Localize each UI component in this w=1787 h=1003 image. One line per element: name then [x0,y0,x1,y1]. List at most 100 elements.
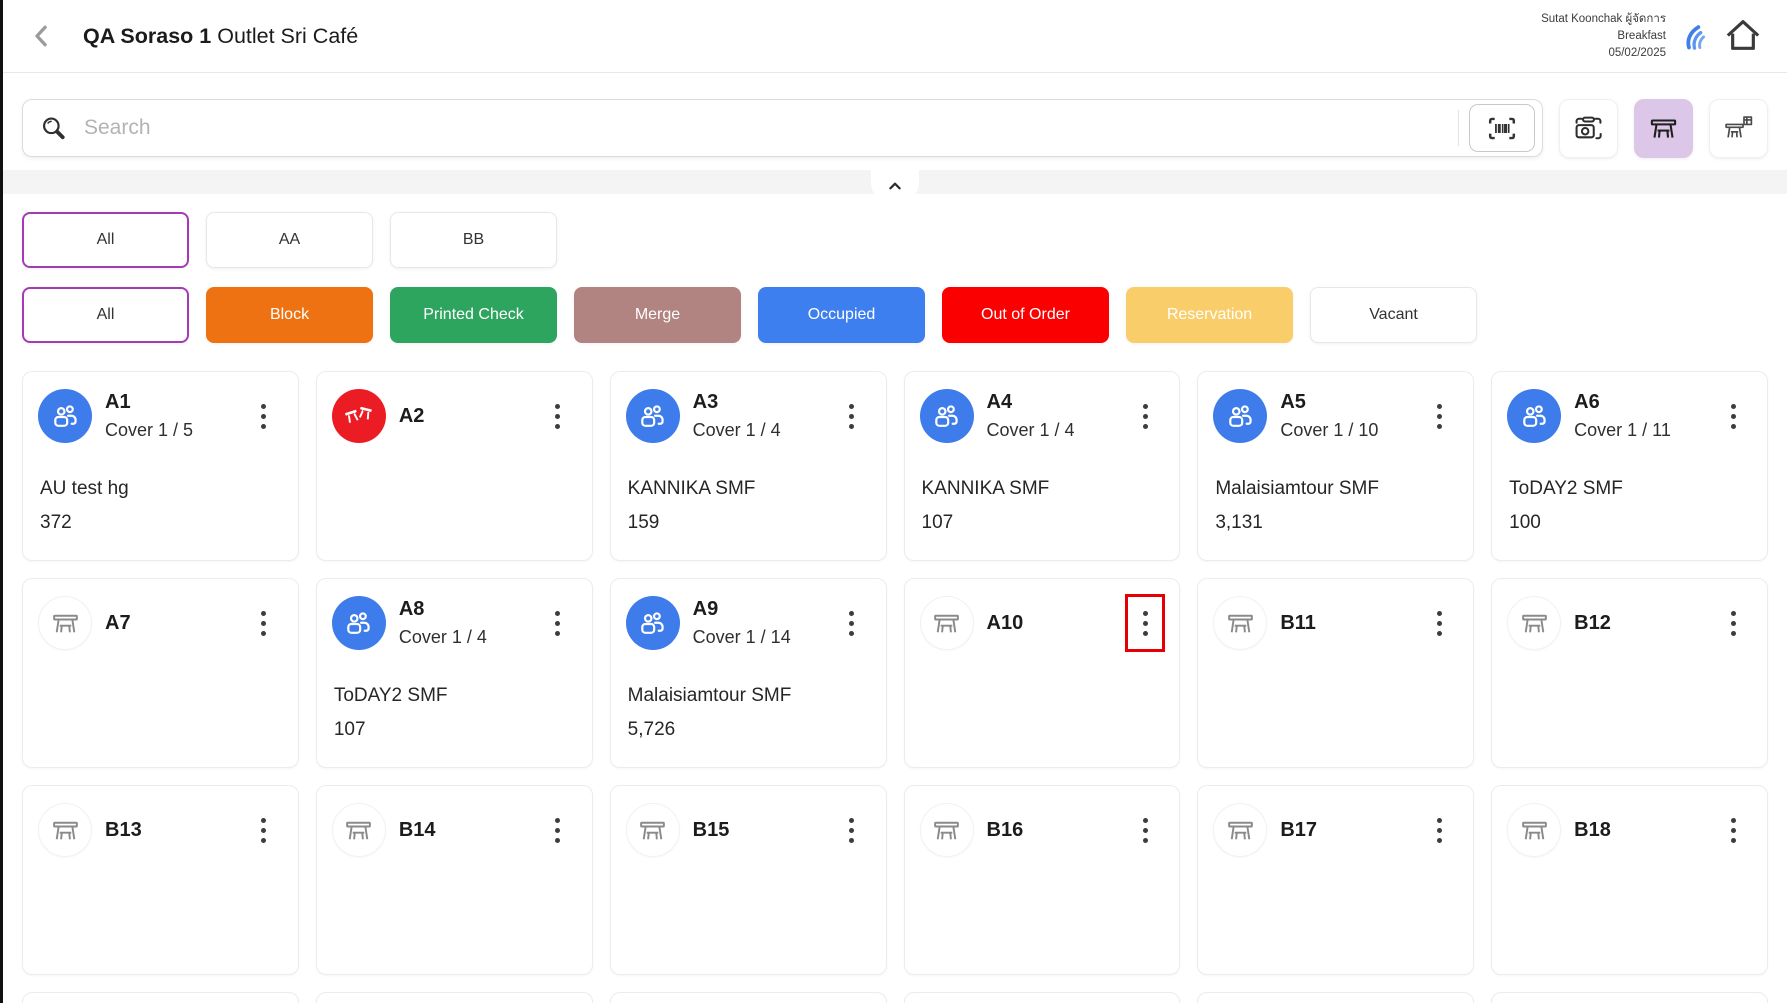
kebab-menu-button[interactable] [1727,814,1740,847]
group-filter-aa[interactable]: AA [206,212,373,268]
layout-view-icon [1723,113,1754,144]
table-card-a7[interactable]: A7 [22,578,299,768]
table-card-partial [610,992,887,1003]
table-id: A1 [105,391,193,414]
table-card-b17[interactable]: B17 [1197,785,1474,975]
card-header: A8 Cover 1 / 4 [332,594,578,652]
table-amount: 372 [40,512,284,534]
table-cover: Cover 1 / 4 [399,627,487,648]
people-icon [920,389,974,443]
kebab-menu-button[interactable] [1433,814,1446,847]
kebab-menu-button[interactable] [1433,607,1446,640]
table-card-a4[interactable]: A4 Cover 1 / 4 KANNIKA SMF 107 [904,371,1181,561]
card-header: B12 [1507,594,1753,652]
group-filter-all[interactable]: All [22,212,189,268]
guest-name [1509,892,1753,914]
kebab-menu-button[interactable] [551,400,564,433]
kebab-menu-button[interactable] [1433,400,1446,433]
table-id: B17 [1280,819,1317,842]
table-id: B12 [1574,612,1611,635]
kebab-menu-button[interactable] [845,400,858,433]
status-filter-merge[interactable]: Merge [574,287,741,343]
table-card-b14[interactable]: B14 [316,785,593,975]
table-card-a6[interactable]: A6 Cover 1 / 11 ToDAY2 SMF 100 [1491,371,1768,561]
kebab-menu-button[interactable] [1139,814,1152,847]
scan-order-button[interactable] [1559,99,1618,158]
people-icon [626,389,680,443]
card-head-text: B12 [1574,612,1611,635]
status-filter-all[interactable]: All [22,287,189,343]
table-icon [1507,596,1561,650]
table-id: A9 [693,598,791,621]
card-head-text: B17 [1280,819,1317,842]
kebab-menu-button[interactable] [1727,400,1740,433]
table-icon [920,596,974,650]
kebab-menu-button[interactable] [845,814,858,847]
kebab-menu-button[interactable] [257,814,270,847]
table-cover: Cover 1 / 5 [105,420,193,441]
table-card-partial [904,992,1181,1003]
table-management-screen: QA Soraso 1 Outlet Sri Café Sutat Koonch… [0,0,1787,1003]
barcode-scan-button[interactable] [1469,104,1535,152]
guest-name: Malaisiamtour SMF [1215,478,1459,500]
status-filter-out-of-order[interactable]: Out of Order [942,287,1109,343]
status-filter-printed-check[interactable]: Printed Check [390,287,557,343]
table-card-a3[interactable]: A3 Cover 1 / 4 KANNIKA SMF 159 [610,371,887,561]
table-icon [332,803,386,857]
table-id: A10 [987,612,1024,635]
table-card-b11[interactable]: B11 [1197,578,1474,768]
table-amount: 107 [922,512,1166,534]
back-chevron-icon [27,21,57,51]
kebab-box [1713,801,1753,859]
home-icon [1723,16,1763,56]
card-head-text: A10 [987,612,1024,635]
table-card-a5[interactable]: A5 Cover 1 / 10 Malaisiamtour SMF 3,131 [1197,371,1474,561]
table-view-button[interactable] [1634,99,1693,158]
table-card-a2[interactable]: A2 [316,371,593,561]
kebab-box [538,594,578,652]
back-button[interactable] [27,21,57,51]
kebab-menu-button[interactable] [257,607,270,640]
table-card-b18[interactable]: B18 [1491,785,1768,975]
kebab-box [244,387,284,445]
table-card-b13[interactable]: B13 [22,785,299,975]
kebab-box [538,801,578,859]
kebab-menu-button[interactable] [845,607,858,640]
magnifier-icon [39,114,68,143]
chevron-up-icon [884,179,906,197]
table-card-a10[interactable]: A10 [904,578,1181,768]
barcode-scan-icon [1486,115,1518,142]
kebab-menu-button[interactable] [1139,607,1152,640]
table-card-b12[interactable]: B12 [1491,578,1768,768]
collapse-filters-button[interactable] [871,170,919,206]
kebab-menu-button[interactable] [551,607,564,640]
people-icon [332,596,386,650]
kebab-menu-button[interactable] [551,814,564,847]
floor-layout-button[interactable] [1709,99,1768,158]
card-header: A6 Cover 1 / 11 [1507,387,1753,445]
card-header: A7 [38,594,284,652]
table-card-b15[interactable]: B15 [610,785,887,975]
table-card-b16[interactable]: B16 [904,785,1181,975]
status-filter-block[interactable]: Block [206,287,373,343]
guest-name: Malaisiamtour SMF [628,685,872,707]
status-filter-row: All Block Printed Check Merge Occupied Out of… [22,287,1477,343]
table-grid: A1 Cover 1 / 5 AU test hg 372 A2 [22,371,1768,1003]
user-name: Sutat Koonchak ผู้จัดการ [1541,11,1666,28]
card-header: A1 Cover 1 / 5 [38,387,284,445]
kebab-box [244,801,284,859]
status-filter-occupied[interactable]: Occupied [758,287,925,343]
table-card-a1[interactable]: A1 Cover 1 / 5 AU test hg 372 [22,371,299,561]
table-card-a8[interactable]: A8 Cover 1 / 4 ToDAY2 SMF 107 [316,578,593,768]
search-input[interactable] [82,115,1458,141]
table-card-a9[interactable]: A9 Cover 1 / 14 Malaisiamtour SMF 5,726 [610,578,887,768]
home-button[interactable] [1723,16,1763,56]
status-filter-vacant[interactable]: Vacant [1310,287,1477,343]
kebab-menu-button[interactable] [257,400,270,433]
table-id: B13 [105,819,142,842]
table-icon [38,803,92,857]
kebab-menu-button[interactable] [1139,400,1152,433]
group-filter-bb[interactable]: BB [390,212,557,268]
status-filter-reservation[interactable]: Reservation [1126,287,1293,343]
kebab-menu-button[interactable] [1727,607,1740,640]
